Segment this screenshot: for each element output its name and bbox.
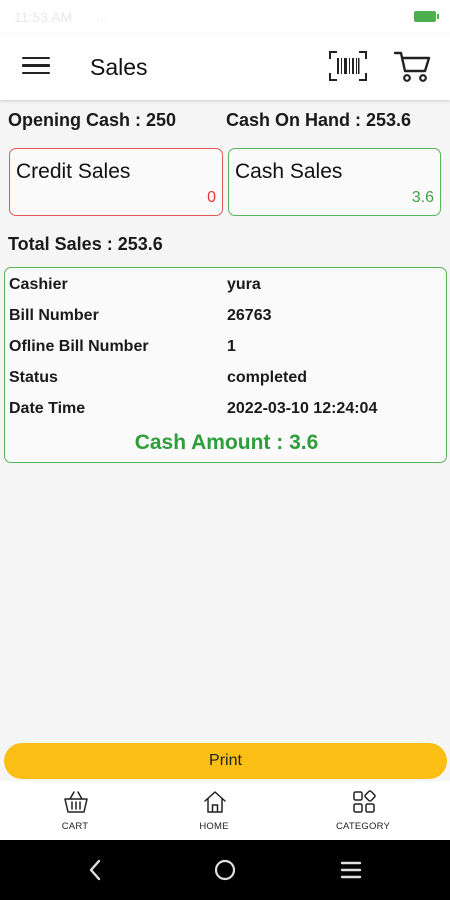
opening-cash: Opening Cash : 250 [8,110,177,130]
menu-icon[interactable] [20,52,52,82]
category-icon [353,790,376,813]
cash-sales-card[interactable]: Cash Sales 3.6 [228,148,441,216]
battery-icon [414,11,439,22]
nav-label-cart: CART [61,821,89,832]
detail-row-cashier: Cashier yura [5,276,448,300]
total-sales: Total Sales : 253.6 [8,234,163,254]
bill-details-box: Cashier yura Bill Number 26763 Ofline Bi… [4,267,447,463]
status-notification-text: ... [96,9,107,24]
detail-row-date-time: Date Time 2022-03-10 12:24:04 [5,400,448,424]
nav-item-cart[interactable]: CART [25,781,125,840]
cash-on-hand: Cash On Hand : 253.6 [226,110,412,130]
detail-value: 26763 [227,307,272,324]
detail-label: Date Time [9,400,86,417]
cart-icon[interactable] [392,48,432,84]
basket-icon [64,791,88,813]
credit-sales-value: 0 [207,189,216,206]
barcode-icon[interactable] [328,50,368,82]
detail-label: Ofline Bill Number [9,338,149,355]
credit-sales-title: Credit Sales [16,160,131,183]
print-button[interactable]: Print [4,743,447,779]
detail-row-bill-number: Bill Number 26763 [5,307,448,331]
cash-summary: Opening Cash : 250 Cash On Hand : 253.6 [8,110,442,134]
cash-sales-title: Cash Sales [235,160,343,183]
bottom-nav: CART HOME CATEGORY [0,781,450,840]
cash-sales-value: 3.6 [411,189,434,206]
detail-value: completed [227,369,308,386]
page-title: Sales [90,54,148,80]
system-nav-bar [0,840,450,900]
app-bar: Sales [0,34,450,100]
home-circle-icon[interactable] [213,858,237,882]
detail-value: yura [227,276,261,293]
back-icon[interactable] [84,858,108,882]
credit-sales-card[interactable]: Credit Sales 0 [9,148,223,216]
detail-value: 1 [227,338,236,355]
detail-label: Bill Number [9,307,99,324]
cash-amount: Cash Amount : 3.6 [134,431,319,454]
nav-label-category: CATEGORY [335,821,391,832]
detail-value: 2022-03-10 12:24:04 [227,400,378,417]
status-bar: 11:53 AM ... [0,0,450,34]
detail-row-status: Status completed [5,369,448,393]
recents-icon[interactable] [339,858,363,882]
nav-label-home: HOME [199,821,229,832]
status-time: 11:53 AM [14,9,73,25]
detail-row-offline-bill-number: Ofline Bill Number 1 [5,338,448,362]
nav-item-home[interactable]: HOME [164,781,264,840]
home-icon [204,791,226,813]
nav-item-category[interactable]: CATEGORY [313,781,413,840]
detail-label: Status [9,369,58,386]
detail-label: Cashier [9,276,68,293]
